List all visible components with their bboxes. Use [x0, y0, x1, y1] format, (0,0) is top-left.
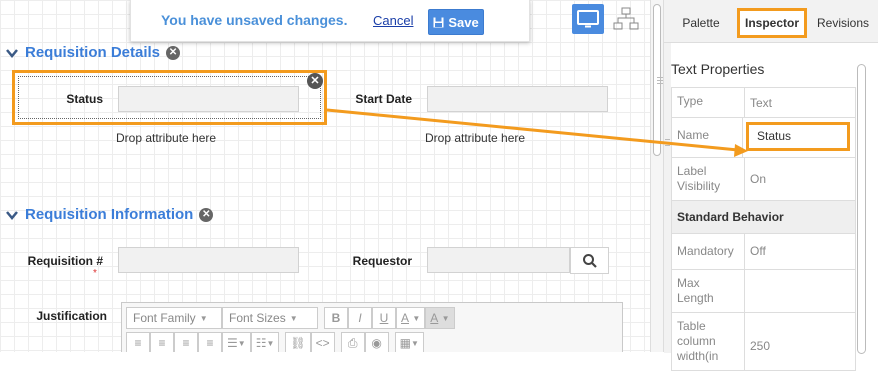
hierarchy-icon [613, 7, 639, 30]
save-button[interactable]: Save [428, 9, 484, 35]
table-icon[interactable]: ▦ ▼ [394, 332, 424, 352]
prop-row-label-visibility: Label Visibility On [671, 158, 856, 201]
side-panel: Palette Inspector Revisions Text Propert… [663, 0, 878, 371]
section-requisition-information[interactable]: Requisition Information ✕ [5, 206, 214, 223]
prop-row-max-length: Max Length [671, 270, 856, 313]
print-icon[interactable]: ⎙ [340, 332, 365, 352]
desktop-view-button[interactable] [572, 4, 604, 34]
align-justify-icon[interactable]: ≡ [198, 332, 222, 352]
chevron-down-icon[interactable] [5, 46, 19, 60]
underline-button[interactable]: U [372, 307, 396, 329]
inspector-body: Text Properties Type Text Name Status La… [664, 42, 878, 371]
prop-row-type: Type Text [671, 88, 856, 118]
background-color-button[interactable]: A ▼ [425, 307, 455, 329]
remove-section-icon[interactable]: ✕ [166, 45, 181, 60]
name-field[interactable]: Status [746, 122, 850, 151]
code-button[interactable]: <> [310, 332, 335, 352]
prop-row-mandatory: Mandatory Off [671, 234, 856, 270]
prop-row-name: Name Status [671, 118, 856, 158]
panel-heading: Text Properties [671, 61, 765, 77]
tab-revisions[interactable]: Revisions [812, 8, 874, 38]
requisition-number-input[interactable] [118, 247, 299, 273]
requestor-label: Requestor [352, 254, 412, 268]
tab-inspector[interactable]: Inspector [737, 8, 807, 38]
status-input[interactable] [118, 86, 299, 112]
start-date-label: Start Date [355, 92, 412, 106]
unsaved-message: You have unsaved changes. [161, 12, 348, 28]
panel-scrollbar[interactable] [856, 52, 868, 354]
justification-editor[interactable]: Font Family ▼ Font Sizes ▼ B I U A ▼ A ▼ ≡… [121, 302, 623, 352]
align-right-icon[interactable]: ≡ [174, 332, 198, 352]
status-label: Status [66, 92, 103, 106]
chevron-down-icon[interactable] [5, 208, 19, 222]
numbered-list-icon[interactable]: ☷ ▼ [250, 332, 280, 352]
monitor-icon [577, 10, 599, 28]
canvas-scrollbar[interactable] [650, 0, 663, 352]
requestor-input[interactable] [427, 247, 570, 273]
font-color-button[interactable]: A ▼ [396, 307, 426, 329]
bullet-list-icon[interactable]: ☰ ▼ [222, 332, 251, 352]
requestor-search-button[interactable] [570, 247, 609, 274]
drop-zone-right[interactable]: Drop attribute here [425, 131, 525, 145]
remove-section-icon[interactable]: ✕ [199, 207, 214, 222]
font-size-select[interactable]: Font Sizes ▼ [222, 307, 318, 329]
font-family-select[interactable]: Font Family ▼ [126, 307, 222, 329]
align-center-icon[interactable]: ≡ [150, 332, 174, 352]
start-date-input[interactable] [427, 86, 608, 112]
section-requisition-details[interactable]: Requisition Details ✕ [5, 44, 181, 61]
remove-field-icon[interactable]: ✕ [307, 73, 323, 89]
unsaved-changes-banner: You have unsaved changes. Cancel Save [130, 0, 530, 42]
bold-button[interactable]: B [324, 307, 348, 329]
properties-table: Type Text Name Status Label Visibility O… [671, 87, 856, 371]
tab-palette[interactable]: Palette [670, 8, 732, 38]
panel-left-strip [664, 43, 671, 353]
search-icon [582, 253, 597, 268]
prop-row-table-column-width: Table column width(in 250 [671, 313, 856, 371]
form-canvas: Requisition Details ✕ ✕ Status Start Dat… [0, 0, 650, 352]
italic-button[interactable]: I [348, 307, 372, 329]
preview-icon[interactable]: ◉ [364, 332, 389, 352]
cancel-link[interactable]: Cancel [373, 13, 413, 28]
requisition-number-label: Requisition # [27, 254, 103, 268]
required-asterisk: * [93, 268, 97, 279]
link-icon[interactable]: ⛓ [285, 332, 311, 352]
align-left-icon[interactable]: ≡ [126, 332, 150, 352]
floppy-disk-icon [433, 17, 444, 27]
justification-label: Justification [36, 309, 107, 323]
section-title-text: Requisition Details [25, 44, 161, 61]
drop-zone-left[interactable]: Drop attribute here [116, 131, 216, 145]
section-title-text: Requisition Information [25, 206, 194, 223]
group-standard-behavior: Standard Behavior [671, 201, 856, 234]
tree-view-button[interactable] [610, 4, 642, 34]
